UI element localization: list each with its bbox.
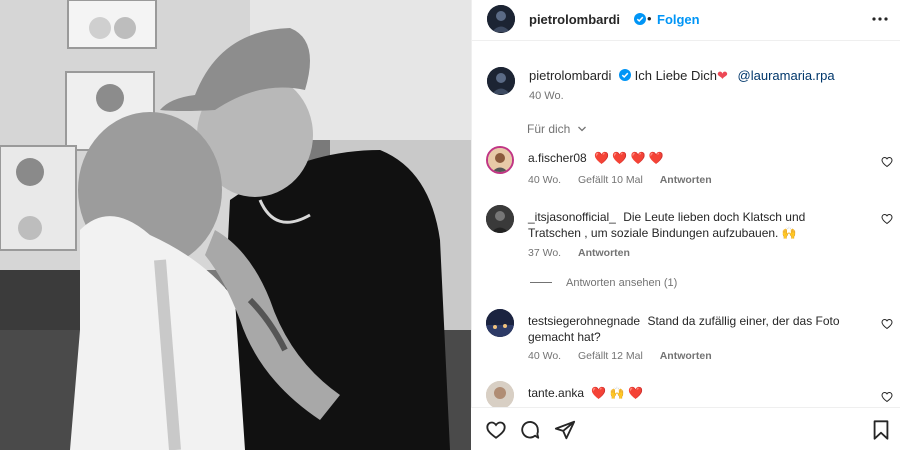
author-username[interactable]: pietrolombardi	[529, 12, 620, 27]
for-you-sort[interactable]: Für dich	[527, 122, 587, 136]
comment-meta: 40 Wo. Gefällt 10 Mal Antworten	[528, 174, 726, 186]
comment-username[interactable]: a.fischer08	[528, 151, 587, 165]
comment-body: ❤️ 🙌 ❤️	[591, 386, 643, 400]
comment-text: _itsjasonofficial_ Die Leute lieben doch…	[528, 209, 858, 241]
comment-meta: 37 Wo. Antworten	[528, 247, 644, 259]
caption-avatar[interactable]	[487, 67, 515, 95]
share-icon[interactable]	[554, 419, 576, 441]
caption-mention[interactable]: @lauramaria.rpa	[738, 68, 835, 83]
comment-age: 40 Wo.	[528, 350, 562, 362]
comment-body: ❤️ ❤️ ❤️ ❤️	[594, 151, 664, 165]
author-avatar[interactable]	[487, 5, 515, 33]
post-header: pietrolombardi • Folgen	[472, 0, 900, 40]
comment-likes[interactable]: Gefällt 12 Mal	[578, 350, 643, 362]
bookmark-icon[interactable]	[870, 419, 892, 441]
reply-button[interactable]: Antworten	[578, 247, 630, 259]
heart-icon[interactable]	[881, 213, 893, 225]
header-divider	[472, 40, 900, 41]
heart-icon[interactable]	[881, 156, 893, 168]
photo-illustration	[0, 0, 471, 450]
chevron-down-icon	[577, 126, 586, 132]
heart-icon[interactable]	[881, 391, 893, 403]
reply-button[interactable]: Antworten	[660, 174, 712, 186]
heart-icon[interactable]	[881, 318, 893, 330]
comment-username[interactable]: tante.anka	[528, 386, 584, 400]
more-options-icon[interactable]	[870, 9, 890, 29]
heart-emoji-icon: ❤	[717, 68, 728, 83]
commenter-avatar[interactable]	[486, 205, 514, 233]
comment-age: 40 Wo.	[528, 174, 562, 186]
verified-badge-icon	[619, 69, 631, 81]
commenter-avatar[interactable]	[486, 309, 514, 337]
comment-username[interactable]: _itsjasonofficial_	[528, 210, 616, 224]
comment-age: 37 Wo.	[528, 247, 562, 259]
comment-username[interactable]: testsiegerohnegnade	[528, 314, 640, 328]
comment-meta: 40 Wo. Gefällt 12 Mal Antworten	[528, 350, 726, 362]
commenter-avatar[interactable]	[486, 146, 514, 174]
post-dialog: pietrolombardi • Folgen pietrolombardi I…	[0, 0, 900, 450]
caption-text: pietrolombardi Ich Liebe Dich❤ @lauramar…	[529, 68, 835, 84]
action-bar	[471, 407, 900, 450]
comment-likes[interactable]: Gefällt 10 Mal	[578, 174, 643, 186]
comment-text: tante.anka ❤️ 🙌 ❤️	[528, 385, 858, 401]
commenter-avatar[interactable]	[486, 381, 514, 409]
reply-button[interactable]: Antworten	[660, 350, 712, 362]
follow-button[interactable]: Folgen	[657, 12, 700, 27]
verified-badge-icon	[634, 13, 646, 25]
view-replies-button[interactable]: Antworten ansehen (1)	[530, 277, 677, 289]
comment-text: a.fischer08 ❤️ ❤️ ❤️ ❤️	[528, 150, 858, 166]
caption-body: Ich Liebe Dich	[634, 68, 718, 83]
caption-age: 40 Wo.	[529, 90, 564, 102]
header-separator: •	[647, 11, 652, 26]
post-photo[interactable]	[0, 0, 471, 450]
for-you-label: Für dich	[527, 122, 571, 136]
comment-text: testsiegerohnegnade Stand da zufällig ei…	[528, 313, 858, 345]
like-heart-icon[interactable]	[485, 419, 507, 441]
comment-icon[interactable]	[519, 419, 541, 441]
caption-username[interactable]: pietrolombardi	[529, 68, 611, 83]
